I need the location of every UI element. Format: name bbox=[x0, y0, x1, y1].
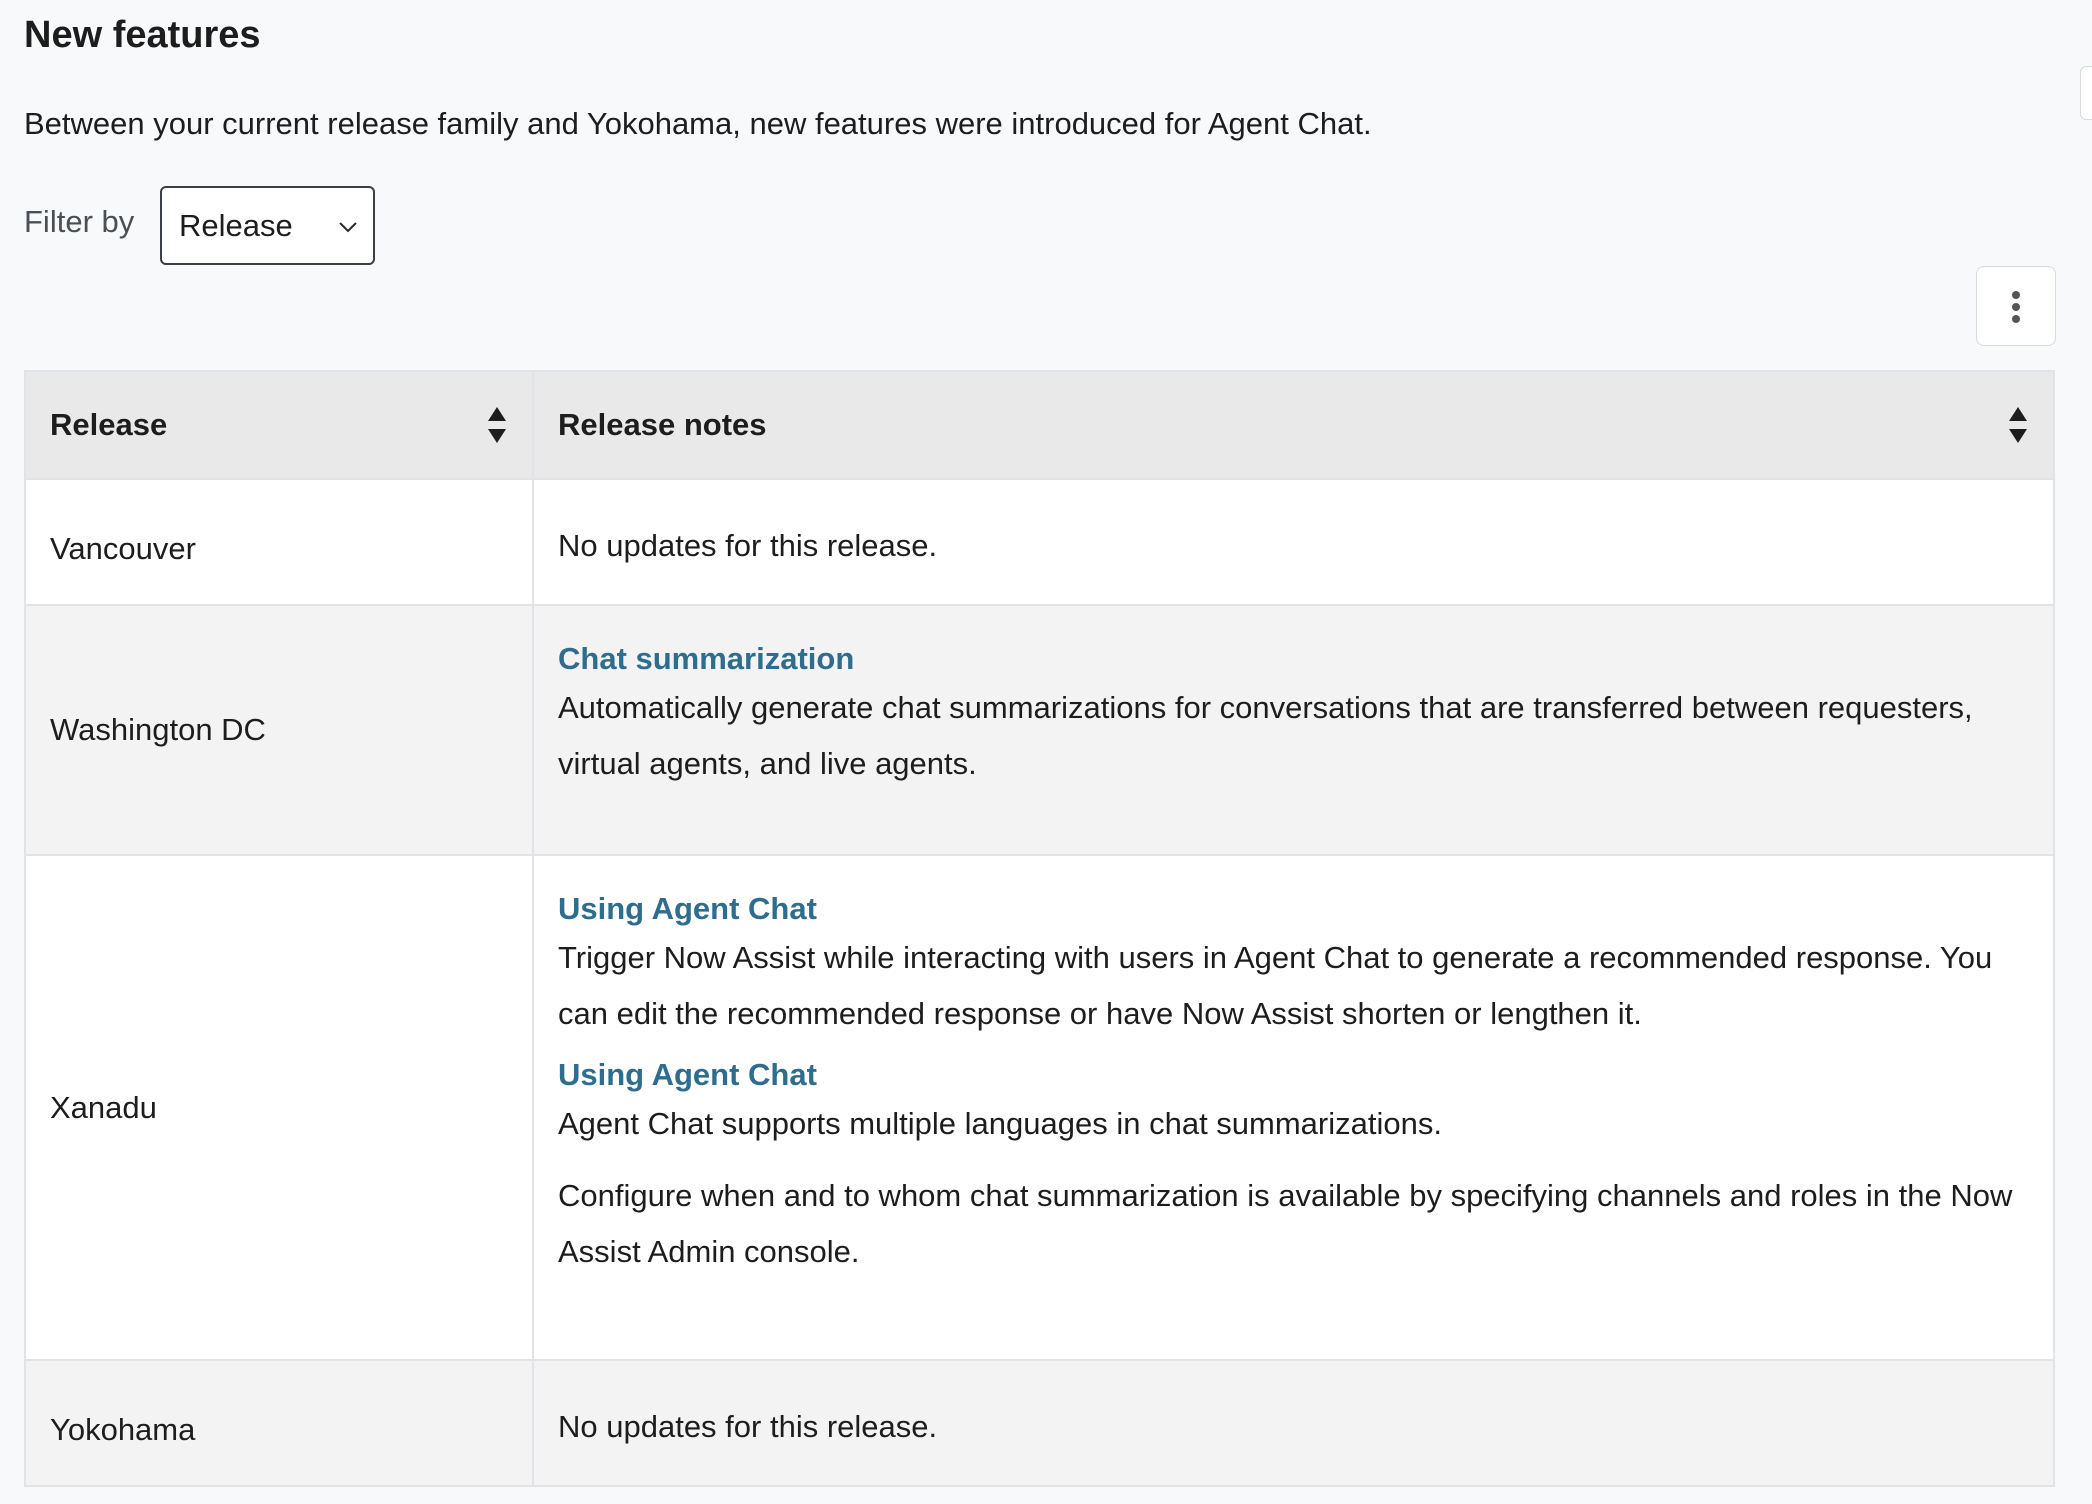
release-name: Washington DC bbox=[50, 712, 266, 747]
sort-icon[interactable] bbox=[2007, 405, 2029, 445]
notes-cell: Using Agent Chat Trigger Now Assist whil… bbox=[532, 854, 2055, 1361]
column-header-release[interactable]: Release bbox=[24, 370, 534, 480]
note-link-using-agent-chat[interactable]: Using Agent Chat bbox=[558, 888, 817, 930]
notes-cell: No updates for this release. bbox=[532, 1359, 2055, 1487]
filter-label: Filter by bbox=[24, 204, 135, 239]
table-row: Vancouver No updates for this release. bbox=[24, 478, 2055, 606]
note-text: Automatically generate chat summarizatio… bbox=[558, 690, 1973, 781]
notes-cell: Chat summarization Automatically generat… bbox=[532, 604, 2055, 856]
note-text: No updates for this release. bbox=[558, 528, 938, 563]
note-text: Agent Chat supports multiple languages i… bbox=[558, 1106, 1442, 1141]
note-block: Using Agent Chat Agent Chat supports mul… bbox=[558, 1054, 2029, 1280]
note-text-extra: Configure when and to whom chat summariz… bbox=[558, 1178, 2013, 1269]
release-cell: Vancouver bbox=[24, 478, 534, 606]
release-notes-table: Release Release notes Vancouver No updat… bbox=[24, 370, 2055, 1487]
sort-icon[interactable] bbox=[486, 405, 508, 445]
column-header-release-notes[interactable]: Release notes bbox=[532, 370, 2055, 480]
table-header-row: Release Release notes bbox=[24, 370, 2055, 480]
intro-text: Between your current release family and … bbox=[24, 106, 1372, 141]
table-row: Washington DC Chat summarization Automat… bbox=[24, 604, 2055, 856]
more-vertical-icon bbox=[2012, 291, 2020, 323]
note-block: Chat summarization Automatically generat… bbox=[558, 638, 2029, 792]
table-row: Xanadu Using Agent Chat Trigger Now Assi… bbox=[24, 854, 2055, 1361]
release-name: Yokohama bbox=[50, 1412, 196, 1447]
note-text: Trigger Now Assist while interacting wit… bbox=[558, 940, 1993, 1031]
filter-release-select[interactable]: Release bbox=[160, 186, 375, 265]
note-text: No updates for this release. bbox=[558, 1409, 938, 1444]
column-header-label: Release bbox=[50, 407, 168, 442]
release-cell: Yokohama bbox=[24, 1359, 534, 1487]
release-name: Xanadu bbox=[50, 1089, 157, 1125]
column-header-label: Release notes bbox=[558, 407, 767, 442]
release-cell: Xanadu bbox=[24, 854, 534, 1361]
notes-cell: No updates for this release. bbox=[532, 478, 2055, 606]
more-options-button[interactable] bbox=[1976, 266, 2056, 346]
filter-selected-value: Release bbox=[179, 207, 293, 243]
page-title: New features bbox=[24, 14, 261, 56]
side-panel-tab[interactable] bbox=[2080, 66, 2092, 120]
release-cell: Washington DC bbox=[24, 604, 534, 856]
note-link-chat-summarization[interactable]: Chat summarization bbox=[558, 638, 854, 680]
note-link-using-agent-chat[interactable]: Using Agent Chat bbox=[558, 1054, 817, 1096]
release-name: Vancouver bbox=[50, 531, 196, 566]
chevron-down-icon bbox=[339, 222, 357, 233]
table-row: Yokohama No updates for this release. bbox=[24, 1359, 2055, 1487]
page: New features Between your current releas… bbox=[0, 0, 2092, 1504]
note-block: Using Agent Chat Trigger Now Assist whil… bbox=[558, 888, 2029, 1042]
